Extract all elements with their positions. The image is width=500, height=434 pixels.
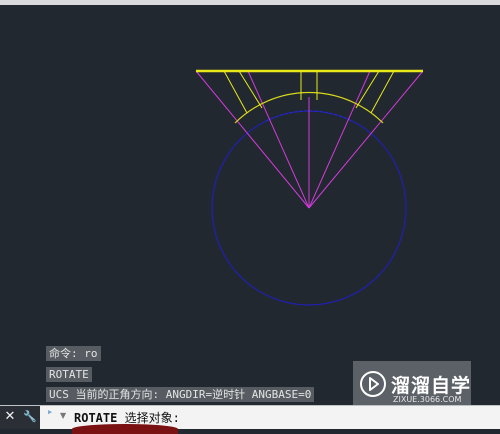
drawing-canvas[interactable] (0, 5, 500, 405)
redaction-mark (72, 424, 178, 434)
history-line: 命令: ro (46, 346, 101, 361)
watermark-url: ZIXUE.3066.COM (393, 395, 462, 404)
drawing-svg (195, 69, 424, 306)
command-prompt: 选择对象: (124, 411, 180, 425)
history-line: UCS 当前的正角方向: ANGDIR=逆时针 ANGBASE=0 (46, 387, 315, 402)
magenta-lines (195, 70, 424, 209)
prompt-arrow-icon: ▶ (48, 408, 53, 416)
command-name: ROTATE (74, 411, 118, 425)
command-bar: ✕ 🔧 ▶ ▼ ROTATE 选择对象: (0, 405, 500, 434)
play-circle-icon (360, 371, 386, 397)
wrench-icon[interactable]: 🔧 (20, 406, 40, 429)
history-line: ROTATE (46, 367, 92, 382)
recent-commands-icon[interactable]: ▼ (60, 411, 66, 420)
watermark-title: 溜溜自学 (391, 375, 472, 397)
close-icon[interactable]: ✕ (0, 406, 20, 429)
